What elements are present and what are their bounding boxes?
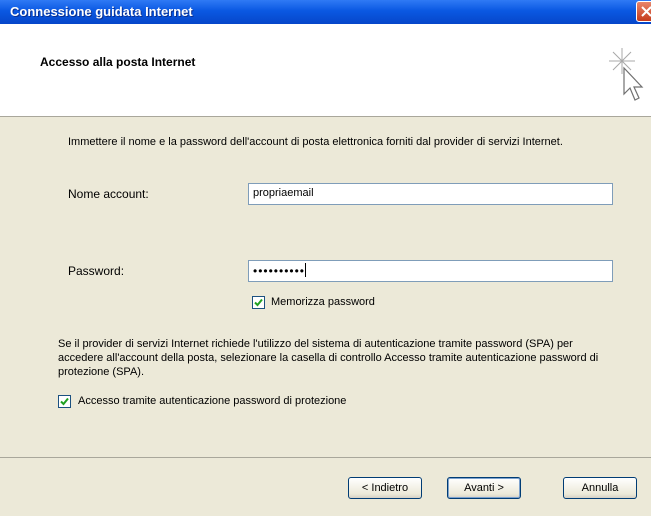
spa-checkbox-label[interactable]: Accesso tramite autenticazione password … — [78, 395, 346, 407]
back-button[interactable]: < Indietro — [348, 477, 422, 499]
spa-checkbox[interactable] — [58, 395, 71, 408]
remember-password-label[interactable]: Memorizza password — [271, 296, 375, 308]
wizard-header: Accesso alla posta Internet — [0, 24, 651, 117]
wizard-content: Immettere il nome e la password dell'acc… — [0, 117, 651, 457]
text-caret — [305, 263, 307, 277]
check-mark-icon — [60, 397, 69, 406]
next-button[interactable]: Avanti > — [447, 477, 521, 499]
password-input[interactable]: •••••••••• — [248, 260, 613, 282]
spa-info-text: Se il provider di servizi Internet richi… — [58, 338, 599, 378]
title-bar[interactable]: Connessione guidata Internet — [0, 0, 651, 24]
account-name-input[interactable]: propriaemail — [248, 183, 613, 205]
cancel-button[interactable]: Annulla — [563, 477, 637, 499]
password-mask: •••••••••• — [253, 264, 306, 278]
close-button[interactable] — [636, 1, 651, 22]
close-icon — [641, 6, 651, 17]
check-mark-icon — [254, 298, 263, 307]
wizard-footer: < Indietro Avanti > Annulla — [0, 457, 651, 516]
page-heading: Accesso alla posta Internet — [40, 55, 196, 69]
window-title: Connessione guidata Internet — [10, 4, 193, 19]
wizard-window: Connessione guidata Internet Accesso all… — [0, 0, 651, 516]
wizard-sparkle-cursor-icon — [609, 48, 644, 101]
intro-text: Immettere il nome e la password dell'acc… — [68, 136, 563, 148]
account-name-label: Nome account: — [68, 187, 149, 201]
remember-password-checkbox[interactable] — [252, 296, 265, 309]
password-label: Password: — [68, 264, 125, 278]
